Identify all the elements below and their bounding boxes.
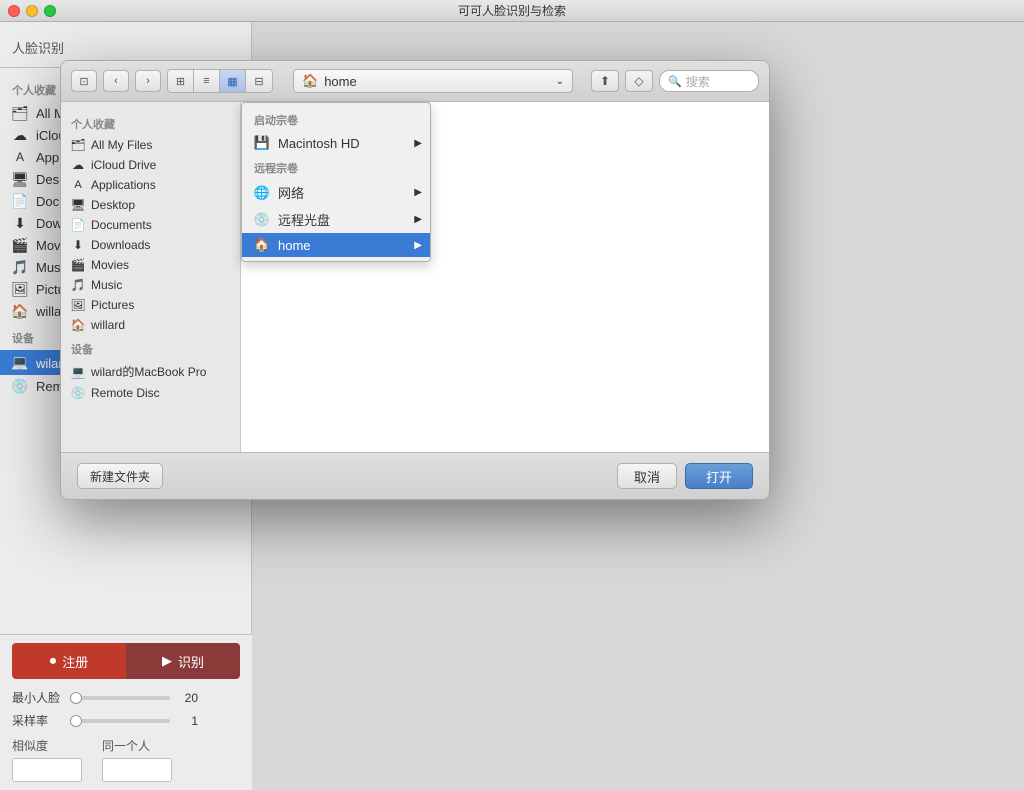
sidebar-toggle-icon: ⊡: [79, 75, 88, 88]
remote-dvd-icon: 💿: [254, 212, 270, 228]
ds-pictures[interactable]: 🖼 Pictures: [61, 295, 240, 315]
dropdown-macintosh-hd[interactable]: 💾 Macintosh HD ▶: [242, 131, 430, 155]
search-icon: 🔍: [668, 75, 682, 88]
ds-documents-icon: 📄: [71, 218, 85, 232]
view-list-button[interactable]: ≡: [194, 70, 220, 92]
startup-section-label: 启动宗卷: [242, 107, 430, 131]
share-icon: ⬆: [600, 74, 610, 88]
ds-desktop-label: Desktop: [91, 198, 135, 212]
ds-movies-label: Movies: [91, 258, 129, 272]
ds-willard-icon: 🏠: [71, 318, 85, 332]
dropdown-remote-dvd[interactable]: 💿 远程光盘 ▶: [242, 206, 430, 233]
ds-movies[interactable]: 🎬 Movies: [61, 255, 240, 275]
ds-icloud-icon: ☁: [71, 158, 85, 172]
dialog-footer: 新建文件夹 取消 打开: [61, 452, 769, 499]
view-flow-icon: ⊟: [254, 75, 263, 88]
ds-music-label: Music: [91, 278, 122, 292]
view-mode-group: ⊞ ≡ ▦ ⊟: [167, 69, 273, 93]
network-label: 网络: [278, 183, 304, 202]
ds-pictures-label: Pictures: [91, 298, 134, 312]
ds-devices-label: 设备: [61, 335, 240, 360]
dialog-content: 启动宗卷 💾 Macintosh HD ▶ 远程宗卷 🌐 网络 ▶ 💿: [241, 102, 769, 452]
ds-applications-label: Applications: [91, 178, 156, 192]
location-label: home: [324, 74, 357, 89]
nav-back-button[interactable]: ‹: [103, 70, 129, 92]
tag-icon: ◇: [634, 74, 643, 88]
home-icon: 🏠: [254, 237, 270, 253]
location-chevron-icon: ⌄: [556, 76, 564, 87]
macintosh-hd-arrow-icon: ▶: [414, 138, 422, 149]
ds-documents-label: Documents: [91, 218, 152, 232]
ds-applications-icon: A: [71, 178, 85, 192]
new-folder-button[interactable]: 新建文件夹: [77, 463, 163, 489]
ds-macbook-icon: 💻: [71, 365, 85, 379]
ds-macbook[interactable]: 💻 wilard的MacBook Pro: [61, 360, 240, 383]
share-button[interactable]: ⬆: [591, 70, 619, 92]
search-box[interactable]: 🔍 搜索: [659, 70, 759, 92]
file-dialog: ⊡ ‹ › ⊞ ≡ ▦ ⊟: [60, 60, 770, 500]
ds-icloud[interactable]: ☁ iCloud Drive: [61, 155, 240, 175]
tag-button[interactable]: ◇: [625, 70, 653, 92]
view-column-button[interactable]: ▦: [220, 70, 246, 92]
view-icon-icon: ⊞: [176, 75, 185, 88]
macintosh-hd-label: Macintosh HD: [278, 136, 360, 151]
footer-left: 新建文件夹: [77, 463, 163, 489]
ds-documents[interactable]: 📄 Documents: [61, 215, 240, 235]
ds-music-icon: 🎵: [71, 278, 85, 292]
ds-downloads-icon: ⬇: [71, 238, 85, 252]
nav-forward-button[interactable]: ›: [135, 70, 161, 92]
sidebar-toggle-button[interactable]: ⊡: [71, 70, 97, 92]
location-icon: 🏠: [302, 73, 318, 89]
dialog-sidebar: 个人收藏 🗂 All My Files ☁ iCloud Drive A App…: [61, 102, 241, 452]
view-icon-button[interactable]: ⊞: [168, 70, 194, 92]
nav-back-icon: ‹: [114, 75, 118, 87]
ds-remote-disc-label: Remote Disc: [91, 386, 160, 400]
ds-icloud-label: iCloud Drive: [91, 158, 156, 172]
ds-pictures-icon: 🖼: [71, 298, 85, 312]
ds-willard[interactable]: 🏠 willard: [61, 315, 240, 335]
macintosh-hd-icon: 💾: [254, 135, 270, 151]
ds-all-my-files-label: All My Files: [91, 138, 152, 152]
nav-forward-icon: ›: [146, 75, 150, 87]
view-list-icon: ≡: [203, 75, 209, 87]
dialog-overlay: ⊡ ‹ › ⊞ ≡ ▦ ⊟: [0, 0, 1024, 790]
location-dropdown: 启动宗卷 💾 Macintosh HD ▶ 远程宗卷 🌐 网络 ▶ 💿: [241, 102, 431, 262]
dialog-body: 个人收藏 🗂 All My Files ☁ iCloud Drive A App…: [61, 102, 769, 452]
ds-all-my-files[interactable]: 🗂 All My Files: [61, 135, 240, 155]
ds-downloads-label: Downloads: [91, 238, 150, 252]
ds-remote-disc-icon: 💿: [71, 386, 85, 400]
view-column-icon: ▦: [227, 75, 237, 88]
dialog-toolbar: ⊡ ‹ › ⊞ ≡ ▦ ⊟: [61, 61, 769, 102]
ds-willard-label: willard: [91, 318, 125, 332]
ds-personal-label: 个人收藏: [61, 110, 240, 135]
dropdown-network[interactable]: 🌐 网络 ▶: [242, 179, 430, 206]
ds-applications[interactable]: A Applications: [61, 175, 240, 195]
footer-right: 取消 打开: [617, 463, 753, 489]
ds-macbook-label: wilard的MacBook Pro: [91, 363, 206, 380]
network-icon: 🌐: [254, 185, 270, 201]
ds-movies-icon: 🎬: [71, 258, 85, 272]
cancel-button[interactable]: 取消: [617, 463, 677, 489]
location-selector[interactable]: 🏠 home ⌄: [293, 69, 573, 93]
ds-all-my-files-icon: 🗂: [71, 138, 85, 152]
remote-section-label: 远程宗卷: [242, 155, 430, 179]
home-label: home: [278, 238, 311, 253]
view-flow-button[interactable]: ⊟: [246, 70, 272, 92]
remote-dvd-arrow-icon: ▶: [414, 214, 422, 225]
search-placeholder: 搜索: [686, 73, 710, 90]
ds-music[interactable]: 🎵 Music: [61, 275, 240, 295]
open-button[interactable]: 打开: [685, 463, 753, 489]
ds-desktop-icon: 🖥: [71, 198, 85, 212]
remote-dvd-label: 远程光盘: [278, 210, 330, 229]
home-arrow-icon: ▶: [414, 240, 422, 251]
ds-remote-disc[interactable]: 💿 Remote Disc: [61, 383, 240, 403]
ds-downloads[interactable]: ⬇ Downloads: [61, 235, 240, 255]
ds-desktop[interactable]: 🖥 Desktop: [61, 195, 240, 215]
dropdown-home[interactable]: 🏠 home ▶: [242, 233, 430, 257]
network-arrow-icon: ▶: [414, 187, 422, 198]
